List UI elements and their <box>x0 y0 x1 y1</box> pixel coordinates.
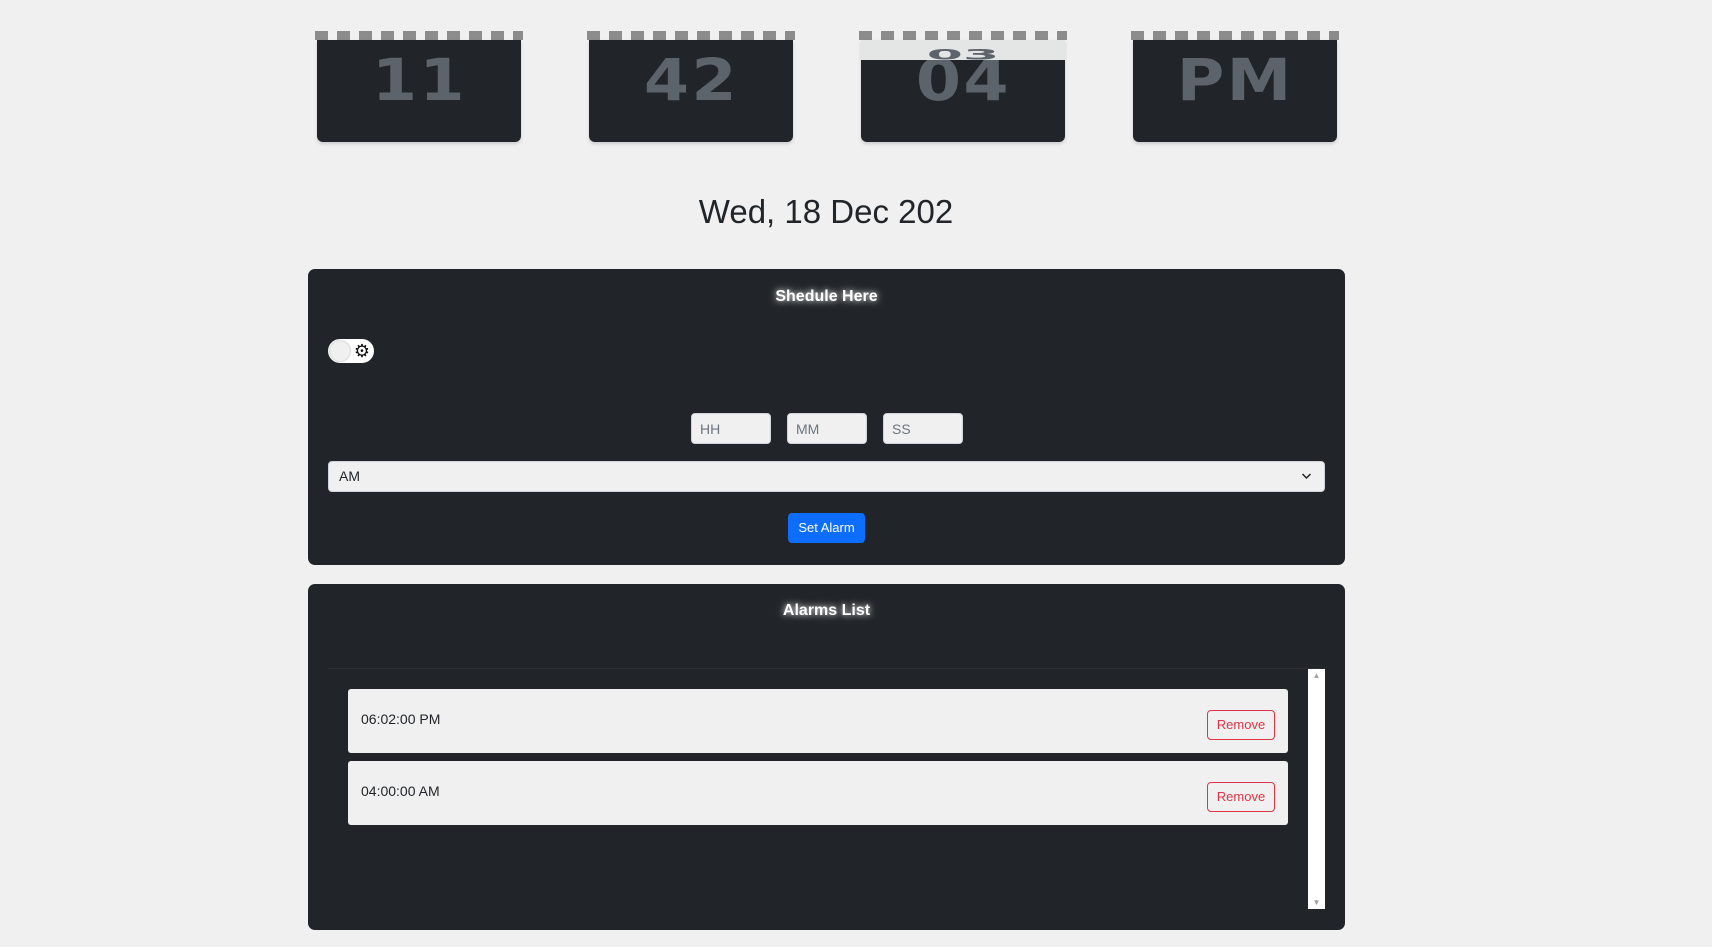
chevron-down-icon <box>1301 462 1312 502</box>
card-binding <box>1131 31 1339 40</box>
alarm-time: 06:02:00 PM <box>361 711 441 727</box>
hours-input[interactable] <box>691 413 771 444</box>
seconds-card: 04 03 <box>859 31 1067 142</box>
remove-button[interactable]: Remove <box>1207 782 1275 812</box>
alarms-list[interactable]: 06:02:00 PM Remove 04:00:00 AM Remove ▲ … <box>328 668 1325 910</box>
minutes-card: 42 <box>587 31 795 142</box>
minutes-digits: 42 <box>643 46 739 114</box>
list-item: 06:02:00 PM Remove <box>348 689 1288 753</box>
hours-card: 11 <box>315 31 523 142</box>
seconds-input[interactable] <box>883 413 963 444</box>
alarm-time: 04:00:00 AM <box>361 783 440 799</box>
period-select[interactable]: AM <box>328 461 1325 492</box>
flipping-seconds-digits: 03 <box>926 46 1000 60</box>
list-item: 04:00:00 AM Remove <box>348 761 1288 825</box>
hours-digits: 11 <box>371 46 467 114</box>
card-binding <box>587 31 795 40</box>
schedule-title: Shedule Here <box>775 288 878 305</box>
minutes-input[interactable] <box>787 413 867 444</box>
page: 11 42 04 03 PM Wed, 18 Dec 202 Shedule H… <box>0 0 1712 947</box>
period-card: PM <box>1131 31 1339 142</box>
card-face: 11 <box>317 40 521 142</box>
gear-icon: ⚙ <box>353 341 371 361</box>
alarms-panel: Alarms List 06:02:00 PM Remove 04:00:00 … <box>308 584 1345 930</box>
scrollbar[interactable]: ▲ ▼ <box>1308 669 1325 909</box>
period-text: PM <box>1176 46 1294 114</box>
period-select-value: AM <box>339 468 360 484</box>
card-face: 04 03 <box>861 40 1065 142</box>
scroll-down-icon[interactable]: ▼ <box>1308 898 1325 907</box>
flipping-page: 03 <box>861 40 1065 60</box>
card-face: PM <box>1133 40 1337 142</box>
scroll-up-icon[interactable]: ▲ <box>1308 671 1325 680</box>
alarms-title: Alarms List <box>782 602 871 619</box>
settings-toggle[interactable]: ⚙ <box>328 339 374 363</box>
card-binding <box>859 31 1067 40</box>
set-alarm-button[interactable]: Set Alarm <box>788 513 865 543</box>
current-date: Wed, 18 Dec 202 <box>698 193 954 230</box>
card-binding <box>315 31 523 40</box>
toggle-knob <box>330 341 350 361</box>
remove-button[interactable]: Remove <box>1207 710 1275 740</box>
card-face: 42 <box>589 40 793 142</box>
schedule-panel: Shedule Here ⚙ AM Set Alarm <box>308 269 1345 565</box>
